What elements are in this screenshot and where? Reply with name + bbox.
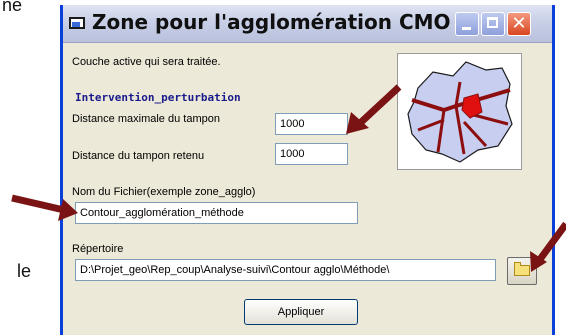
minimize-button[interactable] xyxy=(455,12,479,36)
close-icon: ✕ xyxy=(511,13,527,34)
close-button[interactable]: ✕ xyxy=(507,12,531,36)
background-text-fragment: le xyxy=(17,261,32,281)
active-layer-name: Intervention_perturbation xyxy=(75,91,241,104)
window-icon xyxy=(69,17,85,29)
minimize-icon xyxy=(462,27,471,30)
max-buffer-label: Distance maximale du tampon xyxy=(72,113,220,125)
maximize-button[interactable] xyxy=(481,12,505,36)
background-text-fragment: ne xyxy=(2,0,23,15)
retained-buffer-label: Distance du tampon retenu xyxy=(72,150,205,162)
dialog-window: Zone pour l'agglomération CMO ✕ Couche a… xyxy=(60,5,555,335)
map-thumbnail-icon xyxy=(407,61,513,163)
title-bar[interactable]: Zone pour l'agglomération CMO ✕ xyxy=(63,5,552,43)
directory-input[interactable]: D:\Projet_geo\Rep_coup\Analyse-suivi\Con… xyxy=(75,259,496,281)
apply-button[interactable]: Appliquer xyxy=(244,299,358,325)
map-thumbnail xyxy=(397,53,522,170)
file-name-label: Nom du Fichier(exemple zone_agglo) xyxy=(72,186,256,198)
file-name-input[interactable]: Contour_agglomération_méthode xyxy=(75,202,358,224)
directory-label: Répertoire xyxy=(72,243,124,255)
browse-button[interactable] xyxy=(507,257,537,285)
window-title: Zone pour l'agglomération CMO xyxy=(92,10,451,34)
folder-icon xyxy=(514,262,530,276)
retained-buffer-input[interactable]: 1000 xyxy=(275,143,348,165)
maximize-icon xyxy=(487,17,498,28)
annotation-arrow xyxy=(11,194,65,214)
max-buffer-input[interactable]: 1000 xyxy=(275,113,348,135)
active-layer-caption: Couche active qui sera traitée. xyxy=(72,56,221,68)
